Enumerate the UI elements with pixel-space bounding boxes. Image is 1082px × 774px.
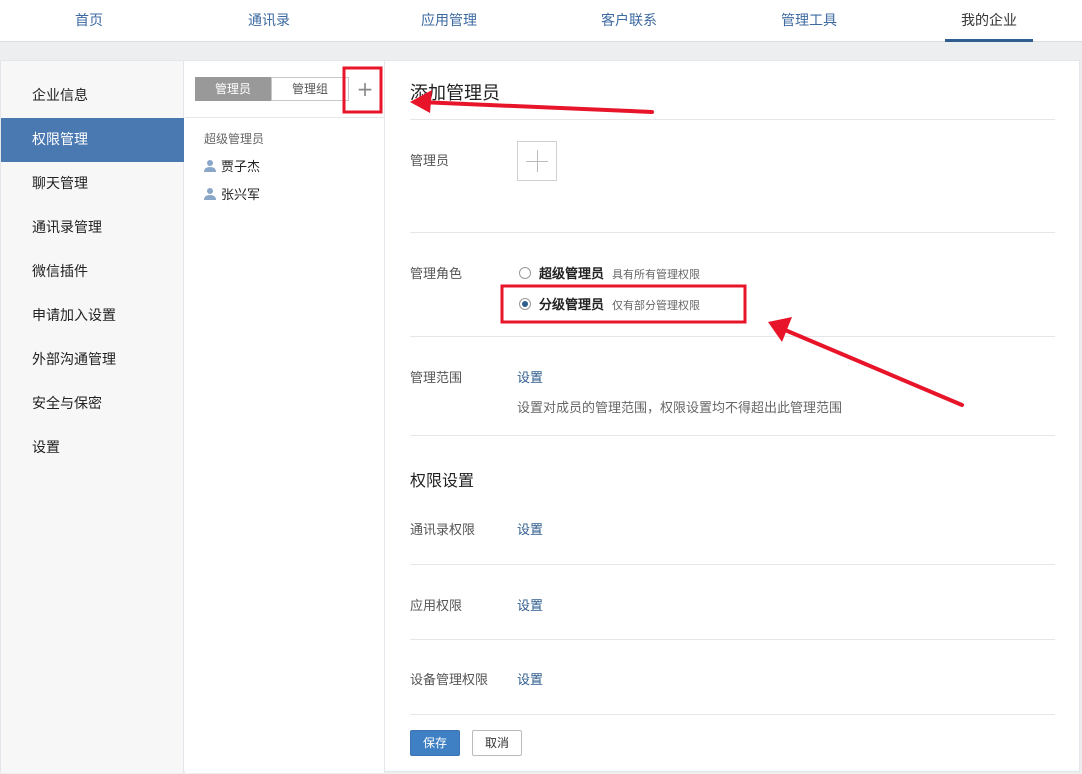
user-icon <box>204 188 216 200</box>
save-button[interactable]: 保存 <box>410 730 460 756</box>
sidebar-item-chat-management[interactable]: 聊天管理 <box>1 162 184 206</box>
role-sub-desc: 仅有部分管理权限 <box>612 299 701 312</box>
tab-my-enterprise[interactable]: 我的企业 <box>945 0 1033 42</box>
list-item[interactable]: 贾子杰 <box>203 156 260 175</box>
sidebar-item-contacts-management[interactable]: 通讯录管理 <box>1 206 184 250</box>
permission-section-title: 权限设置 <box>410 471 475 490</box>
role-super-desc: 具有所有管理权限 <box>612 268 701 281</box>
cancel-button[interactable]: 取消 <box>472 730 522 756</box>
segment-admin[interactable]: 管理员 <box>195 77 271 101</box>
role-sub-label: 分级管理员 <box>539 298 605 313</box>
radio-circle[interactable] <box>519 267 531 279</box>
divider <box>410 119 1055 120</box>
sidebar-item-external-communication[interactable]: 外部沟通管理 <box>1 338 184 382</box>
scope-settings-link[interactable]: 设置 <box>517 367 543 386</box>
sidebar-item-enterprise-info[interactable]: 企业信息 <box>1 74 184 118</box>
divider <box>410 714 1055 715</box>
tab-contacts[interactable]: 通讯录 <box>225 0 313 42</box>
divider <box>410 336 1055 337</box>
member-name: 张兴军 <box>221 188 261 203</box>
admin-list-panel: 管理员 管理组 + 超级管理员 贾子杰 张兴军 <box>185 61 385 773</box>
admin-label: 管理员 <box>410 154 450 169</box>
group-title-super-admin: 超级管理员 <box>204 132 265 146</box>
device-permission-label: 设备管理权限 <box>410 673 489 688</box>
app-permission-label: 应用权限 <box>410 599 463 614</box>
tab-customer-contact[interactable]: 客户联系 <box>585 0 673 42</box>
radio-sub-admin[interactable]: 分级管理员 仅有部分管理权限 <box>519 294 700 313</box>
contacts-permission-settings-link[interactable]: 设置 <box>517 519 543 538</box>
user-icon <box>204 160 216 172</box>
tab-app-management[interactable]: 应用管理 <box>405 0 493 42</box>
role-super-label: 超级管理员 <box>539 267 605 282</box>
top-navigation: 首页 通讯录 应用管理 客户联系 管理工具 我的企业 <box>0 0 1082 42</box>
sidebar: 企业信息 权限管理 聊天管理 通讯录管理 微信插件 申请加入设置 外部沟通管理 … <box>1 61 184 773</box>
divider <box>410 564 1055 565</box>
radio-circle-checked[interactable] <box>519 298 531 310</box>
scope-label: 管理范围 <box>410 371 463 386</box>
tab-home[interactable]: 首页 <box>45 0 133 42</box>
divider <box>410 435 1055 436</box>
sidebar-item-settings[interactable]: 设置 <box>1 426 184 470</box>
main-panel: 企业信息 权限管理 聊天管理 通讯录管理 微信插件 申请加入设置 外部沟通管理 … <box>0 60 1080 773</box>
sidebar-item-wechat-plugin[interactable]: 微信插件 <box>1 250 184 294</box>
member-name: 贾子杰 <box>221 160 261 175</box>
divider <box>410 639 1055 640</box>
sidebar-item-security[interactable]: 安全与保密 <box>1 382 184 426</box>
segment-admin-group[interactable]: 管理组 <box>271 77 349 101</box>
sidebar-item-permission-management[interactable]: 权限管理 <box>1 118 184 162</box>
add-member-plus-icon[interactable] <box>517 141 557 181</box>
sidebar-item-join-settings[interactable]: 申请加入设置 <box>1 294 184 338</box>
tab-management-tools[interactable]: 管理工具 <box>765 0 853 42</box>
radio-super-admin[interactable]: 超级管理员 具有所有管理权限 <box>519 263 700 282</box>
scope-hint: 设置对成员的管理范围，权限设置均不得超出此管理范围 <box>517 401 843 416</box>
device-permission-settings-link[interactable]: 设置 <box>517 669 543 688</box>
page-title: 添加管理员 <box>410 83 500 104</box>
role-label: 管理角色 <box>410 267 463 282</box>
contacts-permission-label: 通讯录权限 <box>410 523 476 538</box>
list-item[interactable]: 张兴军 <box>203 184 260 203</box>
divider <box>410 232 1055 233</box>
add-admin-plus-icon[interactable]: + <box>350 77 380 101</box>
divider <box>185 117 385 118</box>
add-admin-form: 添加管理员 管理员 管理角色 超级管理员 具有所有管理权限 分级管理员 仅有部分管理… <box>386 61 1080 773</box>
app-permission-settings-link[interactable]: 设置 <box>517 595 543 614</box>
